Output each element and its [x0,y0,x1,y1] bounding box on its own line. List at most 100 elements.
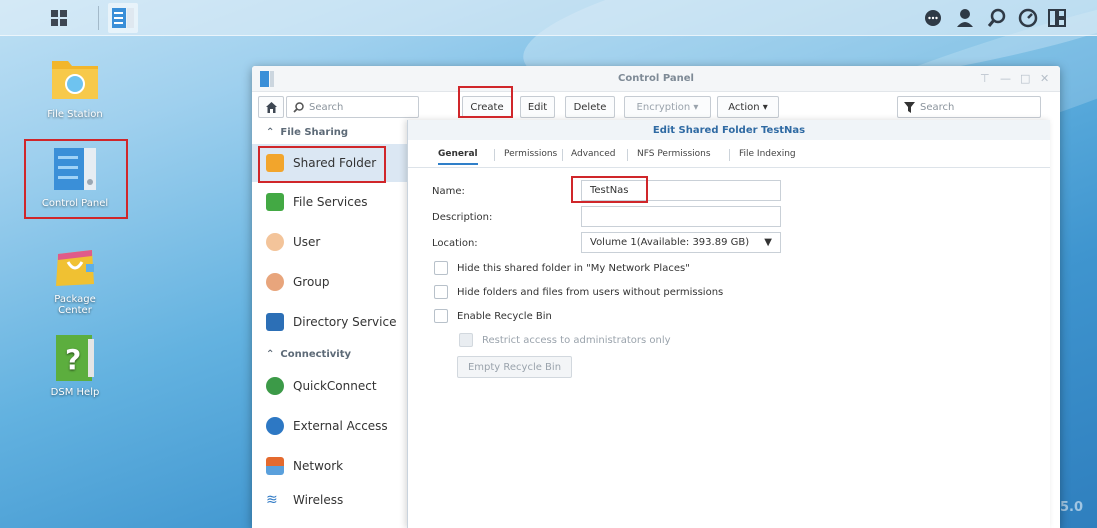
sidebar-item-label: Directory Service [293,315,397,329]
svg-text:?: ? [65,343,81,376]
toolbar: Search Create Edit Delete Encryption ▾ A… [252,92,1060,120]
main-menu-button[interactable] [44,3,74,33]
user-icon[interactable] [953,6,977,30]
maximize-icon[interactable]: □ [1020,72,1030,85]
section-file-sharing[interactable]: ⌃ File Sharing [252,120,408,144]
section-label: Connectivity [280,348,352,360]
sidebar-item-directory-service[interactable]: Directory Service [252,302,408,342]
sidebar-item-quickconnect[interactable]: QuickConnect [252,366,408,406]
desktop-icon-label: Package Center [54,294,96,316]
highlight-box [458,86,513,118]
delete-button[interactable]: Delete [565,96,615,118]
version-watermark: 5.0 [1060,500,1084,515]
window-titlebar[interactable]: Control Panel ⊤ — □ ✕ [252,66,1060,92]
sidebar-item-external-access[interactable]: External Access [252,406,408,446]
tab-nfs-permissions[interactable]: NFS Permissions [637,149,711,159]
group-icon [266,273,284,291]
tab-file-indexing[interactable]: File Indexing [739,149,796,159]
sidebar-item-label: User [293,235,321,249]
section-connectivity[interactable]: ⌃ Connectivity [252,342,408,366]
directory-service-icon [266,313,284,331]
highlight-box [24,139,128,219]
tab-separator [729,149,730,161]
taskbar [0,0,1097,36]
grid-menu-icon [51,10,67,26]
network-house-icon [266,457,284,475]
hide-share-label: Hide this shared folder in "My Network P… [457,263,690,274]
tab-separator [562,149,563,161]
pin-icon[interactable]: ⊤ [980,72,990,85]
tab-permissions[interactable]: Permissions [504,149,557,159]
highlight-box [571,176,648,203]
action-dropdown[interactable]: Action ▾ [717,96,779,118]
help-book-icon: ? [50,333,100,383]
tab-separator [494,149,495,161]
sidebar-item-label: File Services [293,195,368,209]
dialog-title: Edit Shared Folder TestNas [408,120,1050,140]
description-label: Description: [432,212,493,223]
sidebar-search-input[interactable]: Search [286,96,419,118]
close-icon[interactable]: ✕ [1040,72,1049,85]
hide-files-label: Hide folders and files from users withou… [457,287,724,298]
restrict-admin-label: Restrict access to administrators only [482,335,671,346]
sidebar-item-label: Network [293,459,344,473]
sidebar-item-label: External Access [293,419,388,433]
desktop-icon-package-center[interactable]: Package Center [30,240,120,316]
resource-monitor-icon[interactable] [1016,6,1040,30]
recycle-bin-label: Enable Recycle Bin [457,311,552,322]
description-field[interactable] [581,206,781,227]
hide-files-checkbox[interactable] [434,285,448,299]
recycle-bin-checkbox[interactable] [434,309,448,323]
control-panel-icon [112,8,134,28]
home-button[interactable] [258,96,284,118]
globe-icon [266,417,284,435]
home-icon [265,101,277,113]
taskbar-control-panel-button[interactable] [108,3,138,33]
dropdown-arrow-icon: ▼ [764,237,772,248]
edit-shared-folder-dialog: Edit Shared Folder TestNas General Permi… [407,120,1050,528]
search-icon [293,101,304,113]
sidebar-item-user[interactable]: User [252,222,408,262]
desktop-icon-file-station[interactable]: File Station [30,55,120,120]
location-label: Location: [432,238,478,249]
hide-share-checkbox[interactable] [434,261,448,275]
sidebar-item-group[interactable]: Group [252,262,408,302]
chat-icon[interactable] [921,6,945,30]
sidebar-item-network[interactable]: Network [252,446,408,486]
desktop-icon-label: DSM Help [50,387,100,398]
section-label: File Sharing [280,126,349,138]
sidebar-item-file-services[interactable]: File Services [252,182,408,222]
edit-button[interactable]: Edit [520,96,555,118]
search-placeholder: Search [920,101,955,113]
chevron-up-icon: ⌃ [266,348,275,360]
search-placeholder: Search [309,101,344,113]
location-select[interactable]: Volume 1(Available: 393.89 GB) ▼ [581,232,781,253]
chevron-up-icon: ⌃ [266,126,275,138]
file-services-icon [266,193,284,211]
location-value: Volume 1(Available: 393.89 GB) [590,237,750,248]
restrict-admin-checkbox[interactable] [459,333,473,347]
highlight-box [258,146,386,183]
tab-advanced[interactable]: Advanced [571,149,615,159]
desktop-icon-dsm-help[interactable]: ? DSM Help [30,333,120,398]
search-icon[interactable] [985,6,1009,30]
control-panel-window: Control Panel ⊤ — □ ✕ Search Create Edit… [252,66,1060,528]
tab-separator [627,149,628,161]
minimize-icon[interactable]: — [1000,72,1011,85]
quickconnect-icon [266,377,284,395]
filter-icon [904,101,915,113]
main-search-input[interactable]: Search [897,96,1041,118]
widgets-icon[interactable] [1045,6,1069,30]
shopping-bag-icon [50,240,100,290]
sidebar-item-label: Wireless [293,493,344,507]
sidebar-item-wireless[interactable]: ≋ Wireless [252,486,408,514]
encryption-dropdown[interactable]: Encryption ▾ [624,96,711,118]
dialog-tabs: General Permissions Advanced NFS Permiss… [408,140,1050,168]
taskbar-separator [98,6,99,30]
tab-general[interactable]: General [438,149,478,165]
desktop-icon-label: File Station [47,109,103,120]
folder-search-icon [50,55,100,105]
window-title: Control Panel [618,73,694,84]
empty-recycle-bin-button[interactable]: Empty Recycle Bin [457,356,572,378]
wifi-icon: ≋ [266,492,278,508]
